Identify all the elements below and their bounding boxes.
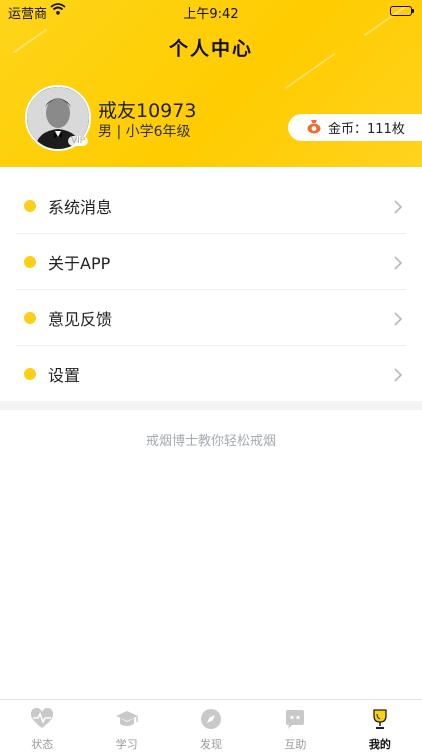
- graduation-cap-icon: [115, 708, 139, 734]
- coin-bag-icon: [306, 118, 322, 138]
- page-title: 个人中心: [168, 38, 253, 60]
- tab-status[interactable]: 状态: [0, 700, 84, 751]
- tab-mine[interactable]: 我的: [338, 700, 422, 751]
- heartbeat-icon: [30, 707, 54, 734]
- menu-list: 系统消息 关于APP 意见反馈 设置: [0, 178, 422, 402]
- tab-learn[interactable]: 学习: [84, 700, 168, 751]
- compass-icon: [199, 708, 223, 734]
- tab-discover[interactable]: 发现: [169, 700, 253, 751]
- chat-bubble-icon: [283, 708, 307, 734]
- vip-badge: VIP: [68, 136, 89, 146]
- section-divider: [0, 401, 422, 410]
- slogan-text: 戒烟博士教你轻松戒烟: [145, 434, 276, 449]
- menu-item-label: 意见反馈: [48, 309, 113, 329]
- battery-icon: [390, 6, 414, 16]
- menu-item-label: 设置: [48, 366, 81, 385]
- bullet-dot-icon: [24, 255, 36, 268]
- coins-label: 金币：111枚: [328, 122, 405, 137]
- trophy-icon: [368, 708, 392, 734]
- menu-item-label: 关于APP: [48, 253, 111, 273]
- status-bar: 运营商 上午9:42: [0, 0, 422, 22]
- profile-header: 运营商 上午9:42 个人中心 VIP 戒友10973 男 | 小学6年级 金币…: [0, 0, 422, 167]
- chevron-right-icon: [394, 255, 403, 274]
- menu-item-system-messages[interactable]: 系统消息: [16, 178, 406, 234]
- bullet-dot-icon: [24, 311, 36, 324]
- status-time: 上午9:42: [183, 7, 239, 22]
- coins-badge[interactable]: 金币：111枚: [288, 114, 422, 141]
- menu-item-feedback[interactable]: 意见反馈: [16, 290, 406, 346]
- bullet-dot-icon: [24, 368, 36, 380]
- chevron-right-icon: [394, 199, 403, 218]
- tab-mutual-help[interactable]: 互助: [253, 700, 337, 751]
- menu-item-label: 系统消息: [48, 197, 113, 217]
- user-info: 男 | 小学6年级: [98, 124, 191, 140]
- username: 戒友10973: [98, 100, 197, 122]
- chevron-right-icon: [394, 311, 403, 330]
- bullet-dot-icon: [24, 199, 36, 212]
- chevron-right-icon: [394, 367, 403, 386]
- tab-bar: 状态 学习 发现 互助 我的: [0, 699, 422, 751]
- menu-item-about-app[interactable]: 关于APP: [16, 234, 406, 290]
- menu-item-settings[interactable]: 设置: [16, 346, 406, 402]
